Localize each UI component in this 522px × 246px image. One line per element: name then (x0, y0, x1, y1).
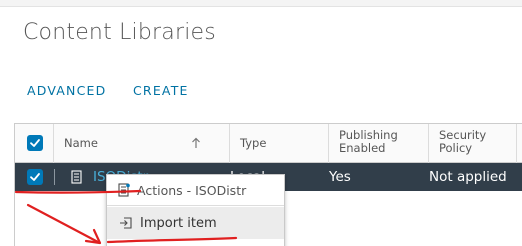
annotation-underline-import (106, 236, 238, 244)
annotation-underline-row (14, 189, 142, 194)
annotation-arrow-line (26, 203, 100, 244)
annotation-overlay (14, 189, 238, 245)
